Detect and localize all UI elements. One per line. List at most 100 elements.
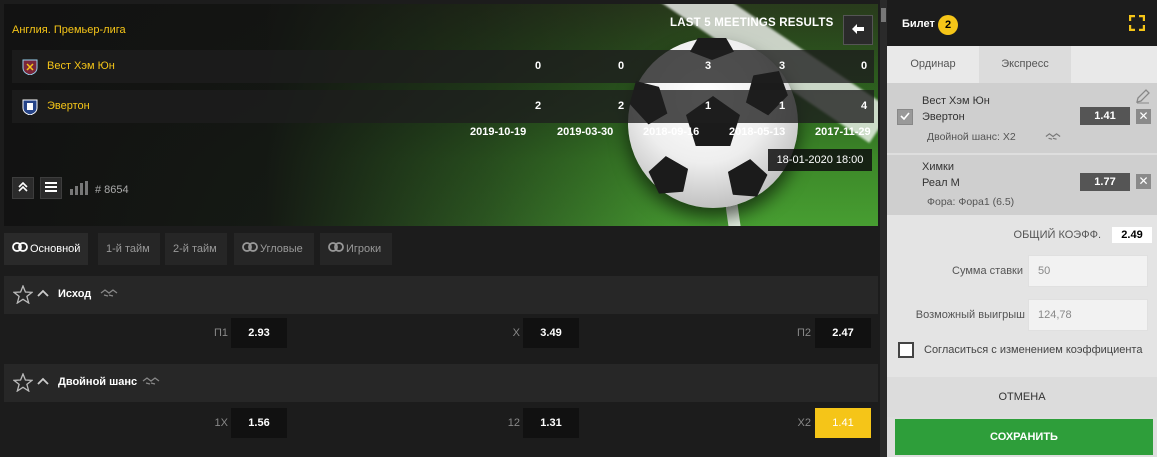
cancel-button[interactable]: ОТМЕНА	[887, 377, 1157, 417]
slip-summary: ОБЩИЙ КОЭФФ. 2.49 Сумма ставки Возможный…	[887, 215, 1157, 377]
home-score: 3	[778, 60, 786, 72]
market-header[interactable]: Двойной шанс	[4, 364, 878, 402]
total-odds-value: 2.49	[1112, 227, 1152, 243]
bet-odd: 1.41	[1080, 107, 1130, 125]
bet-odd: 1.77	[1080, 173, 1130, 191]
tab-main[interactable]: Основной	[4, 233, 88, 265]
bet-market: Двойной шанс: X2	[927, 131, 1016, 143]
betting-screen: Англия. Премьер-лига LAST 5 MEETINGS RES…	[0, 0, 1157, 457]
tab-players[interactable]: Игроки	[320, 233, 392, 265]
away-team-name[interactable]: Эвертон	[47, 100, 90, 112]
odd-button[interactable]: 1.56	[231, 408, 287, 438]
away-score: 2	[534, 100, 542, 112]
odd-button[interactable]: 2.93	[231, 318, 287, 348]
check-icon	[900, 111, 910, 123]
odd-button[interactable]: 2.47	[815, 318, 871, 348]
bet-home-team: Вест Хэм Юн	[922, 95, 990, 107]
table-icon	[45, 181, 57, 195]
tab-first-half[interactable]: 1-й тайм	[98, 233, 160, 265]
scrollbar[interactable]	[880, 0, 887, 457]
tab-label: Угловые	[260, 243, 303, 255]
total-odds-label: ОБЩИЙ КОЭФФ.	[1013, 229, 1101, 241]
star-icon[interactable]	[12, 284, 34, 307]
star-icon[interactable]	[12, 372, 34, 395]
league-name[interactable]: Англия. Премьер-лига	[12, 24, 126, 36]
bet-checkbox[interactable]	[897, 109, 913, 125]
slip-header: Билет 2	[887, 0, 1157, 46]
table-view-button[interactable]	[40, 177, 62, 199]
save-button[interactable]: СОХРАНИТЬ	[895, 419, 1153, 455]
scrollbar-thumb[interactable]	[881, 8, 886, 22]
home-team-name[interactable]: Вест Хэм Юн	[47, 60, 115, 72]
slip-tabs: Ординар Экспресс	[887, 46, 1157, 83]
link-icon	[328, 233, 344, 265]
close-icon: ✕	[1138, 109, 1149, 123]
bet-slip: Билет 2 Ординар Экспресс Вест Хэм Юн Эве…	[887, 0, 1157, 457]
accept-odds-change-label[interactable]: Согласиться с изменением коэффициента	[924, 344, 1142, 356]
market-header[interactable]: Исход	[4, 276, 878, 314]
bet-away-team: Эвертон	[922, 111, 965, 123]
meeting-date: 2017-11-29	[815, 126, 871, 138]
west-ham-crest-icon	[22, 59, 38, 75]
tab-express[interactable]: Экспресс	[979, 46, 1071, 83]
stake-label: Сумма ставки	[952, 265, 1023, 277]
bet-item: Вест Хэм Юн Эвертон Двойной шанс: X2 1.4…	[887, 83, 1157, 153]
odd-button-selected[interactable]: 1.41	[815, 408, 871, 438]
tab-label: Игроки	[346, 243, 382, 255]
tab-second-half[interactable]: 2-й тайм	[165, 233, 227, 265]
meeting-date: 2018-05-13	[729, 126, 786, 138]
tab-single[interactable]: Ординар	[887, 46, 979, 83]
possible-win-field	[1028, 299, 1148, 331]
match-id: # 8654	[95, 184, 129, 196]
edit-icon[interactable]	[1135, 88, 1151, 107]
remove-bet-button[interactable]: ✕	[1136, 109, 1151, 124]
odd-label: 12	[507, 417, 520, 429]
bet-away-team: Реал М	[922, 177, 960, 189]
handshake-icon	[142, 376, 160, 389]
meeting-date: 2018-09-16	[643, 126, 700, 138]
back-button[interactable]	[843, 15, 873, 45]
odd-button[interactable]: 1.31	[523, 408, 579, 438]
chevron-up-icon[interactable]	[37, 376, 49, 389]
odd-button[interactable]: 3.49	[523, 318, 579, 348]
remove-bet-button[interactable]: ✕	[1136, 174, 1151, 189]
tab-corners[interactable]: Угловые	[234, 233, 314, 265]
odd-label: X	[512, 327, 520, 339]
chevron-up-icon[interactable]	[37, 288, 49, 301]
handshake-icon	[1045, 132, 1061, 144]
odds-row: 1X 1.56 12 1.31 X2 1.41	[4, 404, 878, 442]
bet-market: Фора: Фора1 (6.5)	[927, 196, 1015, 208]
kickoff-time: 18-01-2020 18:00	[768, 149, 872, 171]
arrow-left-icon	[852, 21, 864, 38]
tab-label: 1-й тайм	[106, 243, 150, 255]
bet-home-team: Химки	[922, 161, 955, 173]
away-score: 1	[704, 100, 712, 112]
odd-label: X2	[797, 417, 811, 429]
odd-label: 1X	[214, 417, 228, 429]
odds-row: П1 2.93 X 3.49 П2 2.47	[4, 314, 878, 352]
statistics-icon[interactable]	[70, 181, 88, 198]
team-row-away: Эвертон 2 2 1 1 4	[12, 90, 874, 123]
match-panel: Англия. Премьер-лига LAST 5 MEETINGS RES…	[0, 0, 880, 457]
meeting-date: 2019-10-19	[470, 126, 527, 138]
market-title: Двойной шанс	[58, 376, 138, 388]
away-score: 2	[617, 100, 625, 112]
market-title: Исход	[58, 288, 92, 300]
away-score: 1	[778, 100, 786, 112]
away-score: 4	[860, 100, 868, 112]
accept-odds-change-checkbox[interactable]	[898, 342, 914, 358]
link-icon	[242, 233, 258, 265]
collapse-button[interactable]	[12, 177, 34, 199]
tab-label: 2-й тайм	[173, 243, 217, 255]
link-icon	[12, 233, 28, 265]
stake-input[interactable]	[1028, 255, 1148, 287]
everton-crest-icon	[22, 99, 38, 115]
double-chevron-up-icon	[18, 181, 28, 195]
possible-win-label: Возможный выигрыш	[915, 309, 1025, 321]
expand-icon[interactable]	[1128, 14, 1146, 34]
team-row-home: Вест Хэм Юн 0 0 3 3 0	[12, 50, 874, 83]
slip-count-badge: 2	[938, 15, 958, 35]
odd-label: П2	[796, 327, 811, 339]
slip-title: Билет	[902, 18, 935, 30]
home-score: 0	[860, 60, 868, 72]
